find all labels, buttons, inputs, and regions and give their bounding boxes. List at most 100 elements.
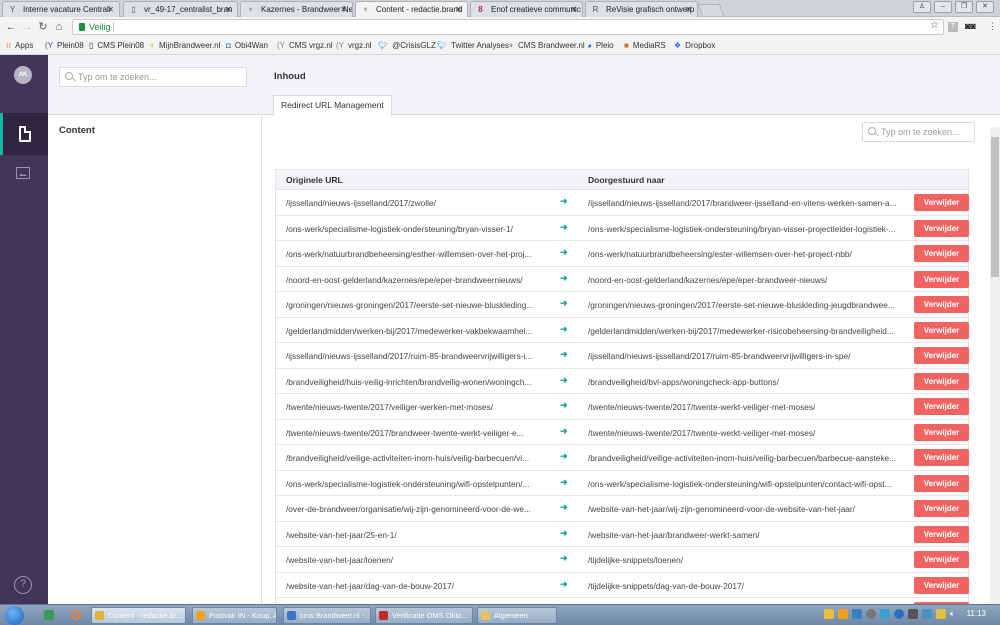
close-tab-icon[interactable]: ✕ [225,2,232,17]
bookmark-cms-brandweer[interactable]: ♆ CMS Brandweer.nl [508,40,585,52]
clock[interactable]: 11:13 [967,609,986,618]
delete-button[interactable]: Verwijder [914,270,969,288]
column-redirected-to: Doorgestuurd naar [588,175,665,185]
bookmark-mijnbrandweer[interactable]: ♆ MijnBrandweer.nl [149,40,220,52]
tab-label: ReVisie grafisch ontwerp [606,5,695,14]
browser-tab[interactable]: 8 Enof creatieve communic ✕ [470,1,583,17]
tree-root-content[interactable]: Content [59,125,95,136]
bookmark-crisisglz[interactable]: 🐦︎ @CrisisGLZ [378,40,436,52]
pinned-app-icon[interactable] [44,610,54,620]
bookmark-obi4wan[interactable]: ◘ Obi4Wan [226,40,268,52]
tree-search-input[interactable]: Typ om te zoeken... [59,67,247,87]
back-button[interactable]: ← [4,20,18,34]
original-url: /ons-werk/specialisme-logistiek-onderste… [286,478,530,489]
redirect-search-input[interactable]: Typ om te zoeken... [862,122,975,142]
app-tray-icon[interactable] [852,609,862,619]
browser-tab[interactable]: R ReVisie grafisch ontwerp ✕ [585,1,698,17]
scrollbar-thumb[interactable] [991,137,999,277]
bookmark-vrgz[interactable]: (Y vrgz.nl [336,40,372,52]
original-url: /noord-en-oost-gelderland/kazernes/epe/e… [286,274,523,285]
home-button[interactable]: ⌂ [52,20,66,34]
taskbar-item[interactable]: Algemeen [477,607,557,624]
search-icon [65,72,73,80]
windows-taskbar: Content - redactie.br... Postvak IN - Koo… [0,604,1000,625]
scrollbar[interactable] [990,127,1000,604]
delete-button[interactable]: Verwijder [914,296,969,313]
bookmark-dropbox[interactable]: ❖ Dropbox [674,40,715,52]
twitter-icon: 🐦︎ [437,41,448,50]
close-tab-icon[interactable]: ✕ [455,2,462,17]
close-tab-icon[interactable]: ✕ [570,2,577,17]
printer-tray-icon[interactable] [908,609,918,619]
tab-redirect-url-management[interactable]: Redirect URL Management [273,95,392,116]
rail-item-content[interactable] [0,113,48,155]
delete-button[interactable]: Verwijder [914,551,969,568]
rail-item-media[interactable] [0,155,48,197]
close-tab-icon[interactable]: ✕ [340,2,347,17]
minimize-button[interactable]: – [934,1,952,13]
display-tray-icon[interactable] [922,609,932,619]
close-window-button[interactable]: ✕ [976,1,994,13]
browser-tab-active[interactable]: ♆ Content - redactie.brand ✕ [355,1,468,17]
start-button[interactable] [5,606,24,625]
mail-tray-icon[interactable] [824,609,834,619]
address-bar[interactable]: Veilig ☆ [72,19,944,35]
delete-button[interactable]: Verwijder [914,576,969,594]
browser-tab[interactable]: ▯ vr_49-17_centralist_bran ✕ [123,1,238,17]
arrow-right-icon: ➜ [560,527,568,538]
taskbar-item[interactable]: cms Brandweer.nl - ... [283,607,371,624]
forward-button[interactable]: → [20,20,34,34]
browser-tab[interactable]: Y Interne vacature Centrali ✕ [2,1,120,17]
remote-desktop-icon [287,611,296,620]
cloud-tray-icon[interactable] [880,609,890,619]
reload-button[interactable]: ↻ [36,20,50,34]
delete-button[interactable]: Verwijder [914,219,969,237]
delete-button[interactable]: Verwijder [914,423,969,441]
close-tab-icon[interactable]: ✕ [107,2,114,17]
new-tab-button[interactable] [697,4,725,16]
delete-button[interactable]: Verwijder [914,398,969,415]
delete-button[interactable]: Verwijder [914,474,969,492]
bookmark-star-icon[interactable]: ☆ [930,20,939,31]
pinned-lifebuoy-icon[interactable] [71,610,81,620]
original-url: /over-de-brandweer/organisatie/wij-zijn-… [286,504,531,514]
delete-button[interactable]: Verwijder [914,500,969,517]
redirect-target-url: /ons-werk/specialisme-logistiek-onderste… [588,223,896,234]
help-icon[interactable]: ? [14,576,32,594]
browser-tab[interactable]: ♆ Kazernes - Brandweer Ne ✕ [240,1,353,17]
taskbar-item[interactable]: Content - redactie.br... [91,607,186,624]
bookmark-apps[interactable]: ⁝⁝ Apps [6,40,33,52]
bookmark-plein08[interactable]: (Y Plein08 [45,40,84,52]
bookmark-pleio[interactable]: ◕ Pleio [587,40,614,52]
delete-button[interactable]: Verwijder [914,449,969,466]
delete-button[interactable]: Verwijder [914,321,969,339]
delete-button[interactable]: Verwijder [914,372,969,390]
image-icon [16,167,30,179]
close-tab-icon[interactable]: ✕ [685,2,692,17]
incognito-extension-icon[interactable]: ◙◙ [965,21,976,31]
user-profile-icon[interactable]: ♙ [913,1,931,13]
table-header: Originele URL Doorgestuurd naar [276,170,968,190]
menu-kebab-icon[interactable]: ⋮ [988,21,997,32]
restore-button[interactable]: ❐ [955,1,973,13]
lock-tray-icon[interactable] [936,609,946,619]
volume-icon[interactable]: 🔈︎ [950,609,960,619]
content-tree-panel: Typ om te zoeken... Content [48,55,262,604]
delete-button[interactable]: Verwijder [914,347,969,364]
bookmark-cms-vrgz[interactable]: (Y CMS vrgz.nl [277,40,333,52]
taskbar-item[interactable]: Postvak IN - Koop, A... [192,607,277,624]
redirect-target-url: /brandveiligheid/bvl-apps/woningcheck-ap… [588,376,779,387]
bookmark-twitter-analyses[interactable]: 🐦︎ Twitter Analyses [437,40,509,52]
globe-tray-icon[interactable] [866,609,876,619]
network-tray-icon[interactable] [894,609,904,619]
table-row: /website-van-het-jaar/loenen/ ➜ /tijdelijk… [276,547,969,573]
outlook-tray-icon[interactable] [838,609,848,619]
delete-button[interactable]: Verwijder [914,245,969,262]
extension-t-icon[interactable]: T [948,22,958,32]
delete-button[interactable]: Verwijder [914,525,969,543]
bookmark-mediars[interactable]: ■ MediaRS [624,40,666,52]
taskbar-item[interactable]: Verificatie OMS Okto... [375,607,473,624]
delete-button[interactable]: Verwijder [914,194,969,211]
avatar[interactable]: AK [14,66,32,84]
bookmark-cms-plein08[interactable]: ▯ CMS Plein08 [89,40,144,52]
